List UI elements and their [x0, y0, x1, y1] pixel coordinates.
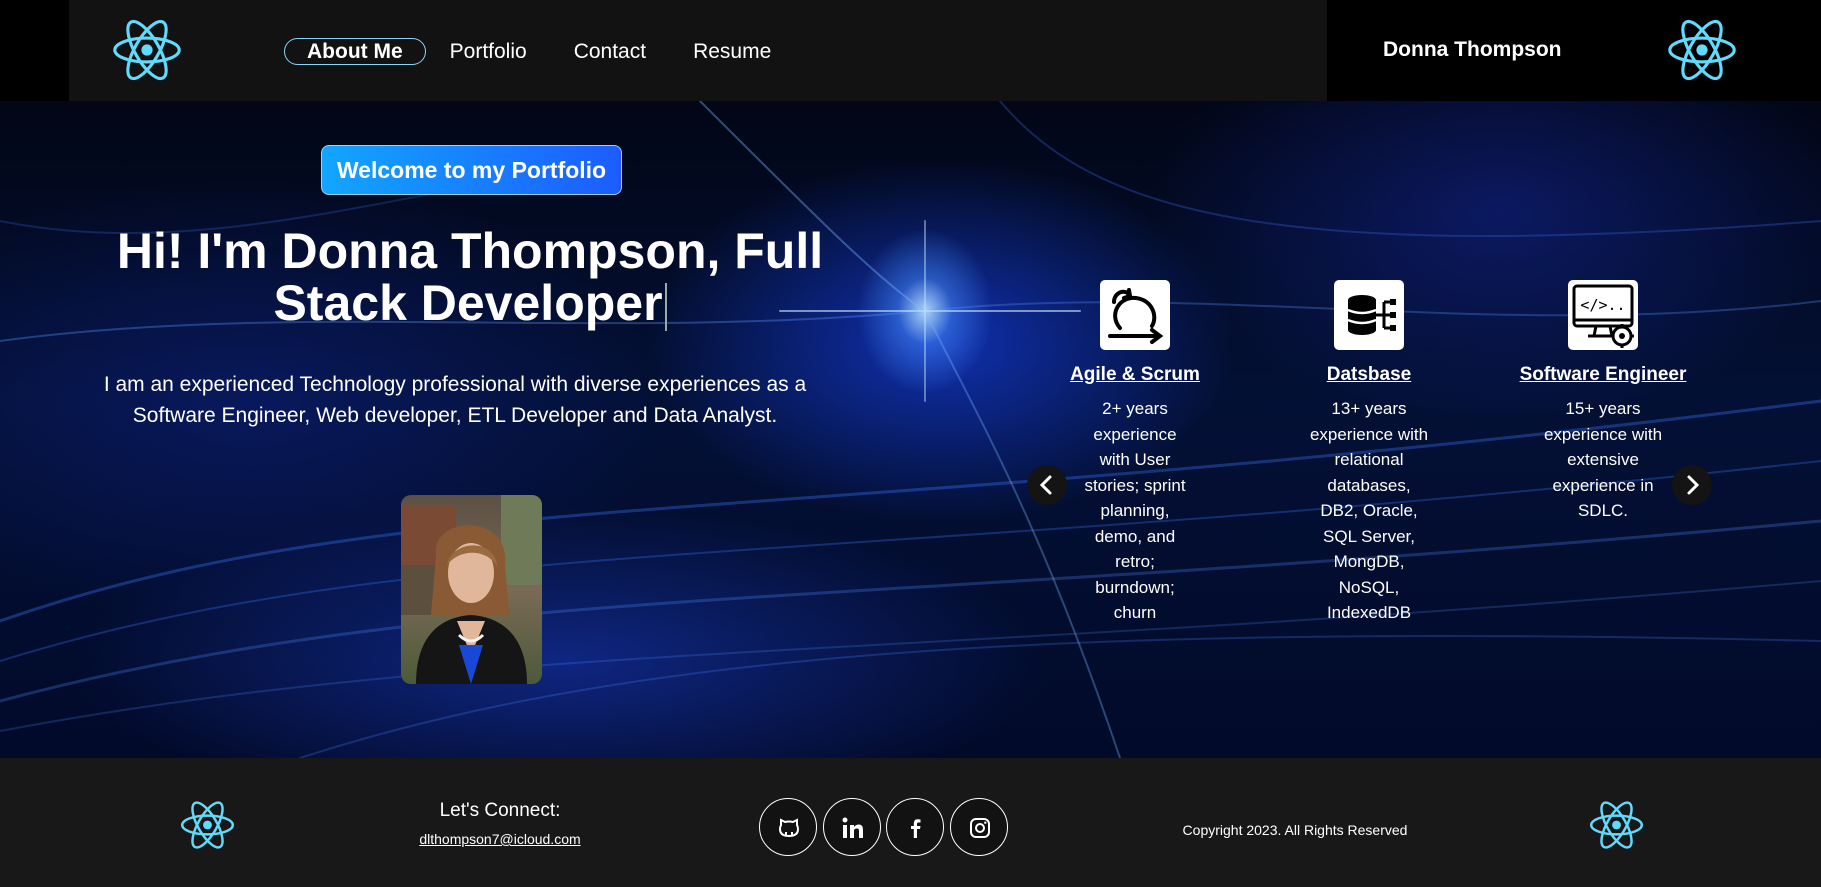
copyright-text: Copyright 2023. All Rights Reserved [1182, 822, 1408, 838]
skill-card-software-engineer: </>.. Software Engineer 15+ years experi… [1518, 280, 1688, 524]
skill-card-database: Datsbase 13+ years experience with relat… [1284, 280, 1454, 626]
skill-desc-agile: 2+ years experience with User stories; s… [1084, 399, 1186, 622]
nav-contact[interactable]: Contact [574, 40, 646, 64]
github-link[interactable] [759, 798, 817, 856]
welcome-button[interactable]: Welcome to my Portfolio [321, 145, 622, 195]
facebook-icon [911, 819, 921, 838]
react-atom-icon [1589, 800, 1644, 850]
react-atom-icon [180, 800, 235, 850]
linkedin-link[interactable] [823, 798, 881, 856]
skill-title-agile: Agile & Scrum [1070, 364, 1200, 385]
brand-name: Donna Thompson [1383, 38, 1562, 61]
main-nav: About Me Portfolio Contact Resume [284, 38, 771, 65]
agile-cycle-icon [1100, 280, 1170, 350]
skill-card-agile: Agile & Scrum 2+ years experience with U… [1050, 280, 1220, 626]
skill-title-software-engineer: Software Engineer [1519, 364, 1687, 385]
site-footer: Let's Connect: dlthompson7@icloud.com Co… [0, 758, 1821, 887]
connect-label: Let's Connect: [439, 800, 561, 821]
typing-cursor [664, 282, 667, 331]
skill-desc-database: 13+ years experience with relational dat… [1309, 399, 1429, 622]
skill-title-database: Datsbase [1326, 364, 1412, 385]
instagram-icon [970, 818, 990, 838]
email-link[interactable]: dlthompson7@icloud.com [400, 831, 600, 847]
hero-title-line2: Stack Developer [273, 275, 663, 331]
code-settings-icon: </>.. [1568, 280, 1638, 350]
nav-resume[interactable]: Resume [693, 40, 771, 64]
site-header: About Me Portfolio Contact Resume Donna … [0, 0, 1821, 101]
nav-about-me[interactable]: About Me [284, 38, 426, 65]
github-icon [778, 818, 800, 838]
database-icon [1334, 280, 1404, 350]
skill-desc-software-engineer: 15+ years experience with extensive expe… [1543, 399, 1663, 520]
svg-text:</>..: </>.. [1580, 296, 1625, 314]
linkedin-icon [842, 817, 863, 838]
react-atom-icon[interactable] [112, 19, 182, 81]
hero-section: Welcome to my Portfolio Hi! I'm Donna Th… [0, 101, 1821, 758]
hero-title: Hi! I'm Donna Thompson, Full Stack Devel… [80, 225, 860, 331]
profile-photo [401, 495, 542, 684]
nav-bar: About Me Portfolio Contact Resume [69, 0, 1327, 101]
react-atom-icon [1667, 19, 1737, 81]
nav-portfolio[interactable]: Portfolio [450, 40, 527, 64]
hero-description: I am an experienced Technology professio… [103, 373, 807, 427]
facebook-link[interactable] [886, 798, 944, 856]
hero-title-line1: Hi! I'm Donna Thompson, Full [116, 223, 824, 279]
instagram-link[interactable] [950, 798, 1008, 856]
